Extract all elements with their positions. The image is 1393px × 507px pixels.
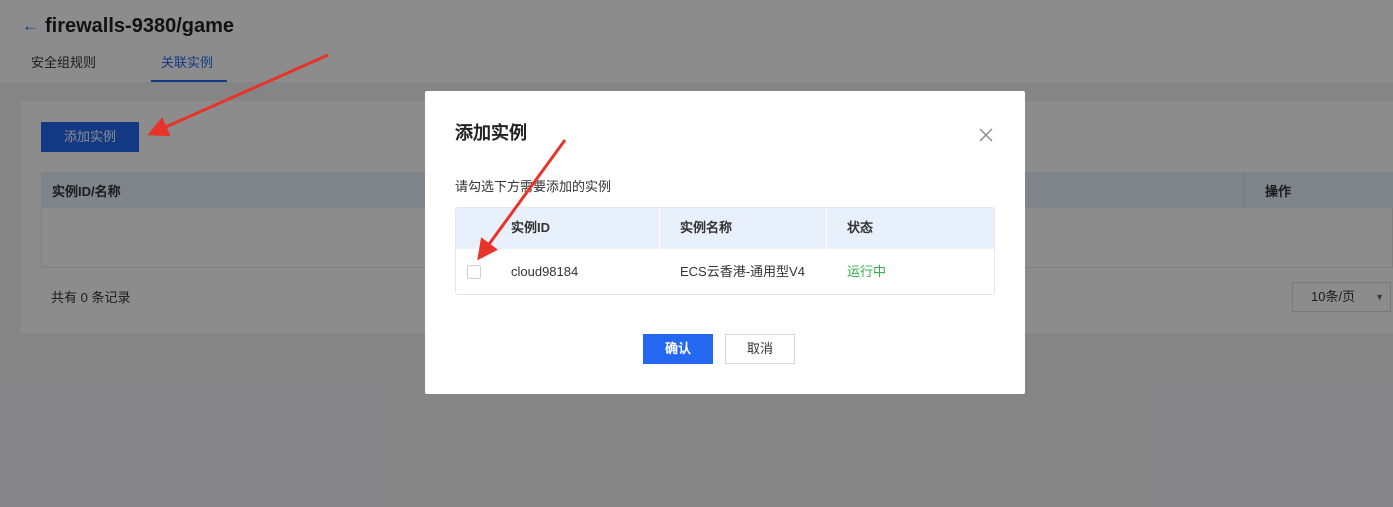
dialog-title: 添加实例 bbox=[455, 123, 527, 143]
cancel-button[interactable]: 取消 bbox=[725, 334, 795, 364]
column-header-status: 状态 bbox=[847, 220, 874, 235]
instance-name: ECS云香港-通用型V4 bbox=[680, 264, 805, 279]
column-header-instance-id: 实例ID bbox=[511, 220, 551, 235]
instance-id: cloud98184 bbox=[511, 264, 579, 279]
close-icon[interactable] bbox=[977, 126, 995, 144]
status-badge: 运行中 bbox=[847, 264, 887, 279]
column-header-instance-name: 实例名称 bbox=[680, 220, 733, 235]
dialog-hint: 请勾选下方需要添加的实例 bbox=[455, 179, 612, 194]
column-divider bbox=[826, 208, 827, 249]
add-instance-dialog: 添加实例 请勾选下方需要添加的实例 实例ID 实例名称 状态 cloud9818… bbox=[425, 91, 1025, 394]
row-checkbox[interactable] bbox=[467, 265, 481, 279]
instance-select-table: 实例ID 实例名称 状态 cloud98184 ECS云香港-通用型V4 运行中 bbox=[455, 207, 995, 295]
confirm-button[interactable]: 确认 bbox=[643, 334, 713, 364]
column-divider bbox=[659, 208, 660, 249]
